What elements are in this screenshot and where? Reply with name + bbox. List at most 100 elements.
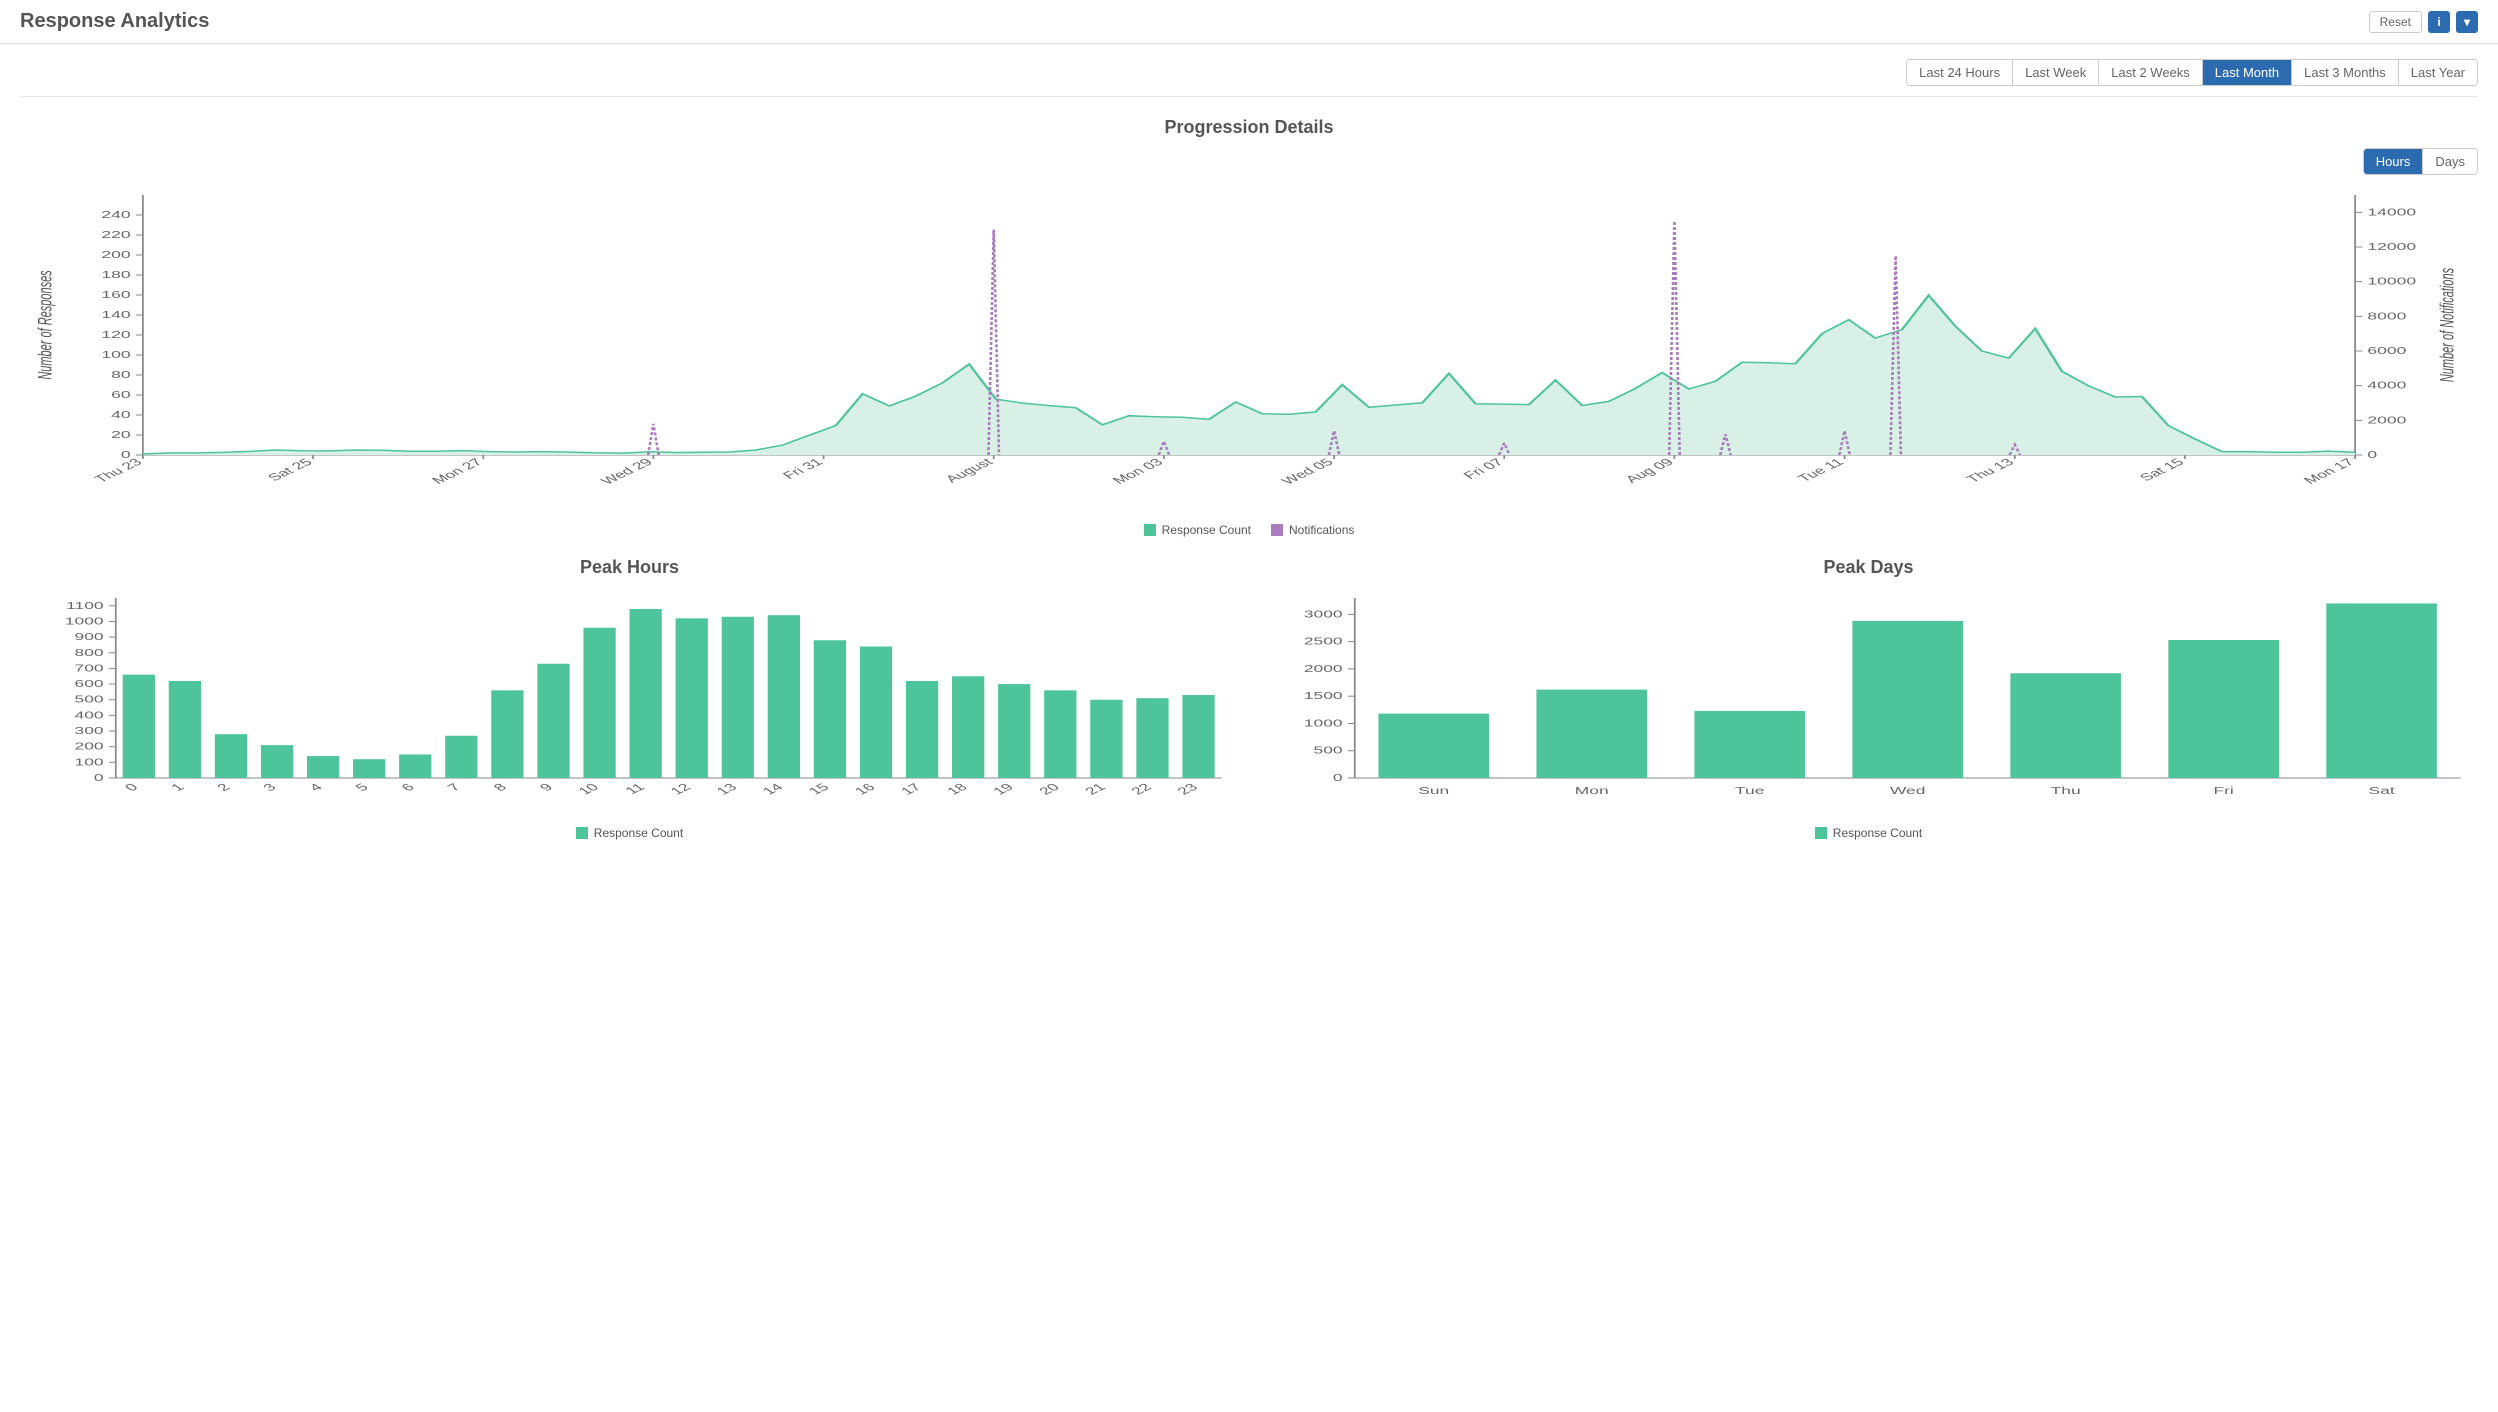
svg-text:1000: 1000 — [65, 616, 104, 627]
legend-swatch-green — [576, 827, 588, 839]
bottom-charts-row: Peak Hours 01002003004005006007008009001… — [0, 557, 2498, 860]
svg-text:60: 60 — [111, 390, 131, 401]
svg-text:160: 160 — [101, 290, 130, 301]
legend-swatch-green — [1815, 827, 1827, 839]
svg-text:11: 11 — [622, 781, 649, 796]
time-filter-last-year[interactable]: Last Year — [2399, 60, 2477, 85]
svg-text:Sat 15: Sat 15 — [2137, 457, 2189, 484]
svg-text:1500: 1500 — [1304, 691, 1343, 702]
svg-text:15: 15 — [806, 781, 834, 797]
svg-text:Mon 17: Mon 17 — [2301, 457, 2358, 487]
svg-text:21: 21 — [1082, 781, 1110, 797]
time-filter-last-2-weeks[interactable]: Last 2 Weeks — [2099, 60, 2203, 85]
legend-response-count: Response Count — [1815, 826, 1922, 840]
svg-text:80: 80 — [111, 370, 131, 381]
svg-text:40: 40 — [111, 410, 131, 421]
svg-text:12000: 12000 — [2367, 242, 2416, 253]
progression-title: Progression Details — [20, 117, 2478, 138]
svg-text:120: 120 — [101, 330, 130, 341]
svg-text:23: 23 — [1174, 781, 1202, 797]
legend-swatch-green — [1144, 524, 1156, 536]
progression-section: Progression Details HoursDays 0 20 40 60 80 1… — [0, 117, 2498, 557]
reset-button[interactable]: Reset — [2369, 11, 2422, 33]
progression-toggle-days[interactable]: Days — [2423, 149, 2477, 174]
svg-text:17: 17 — [898, 781, 926, 797]
svg-text:13: 13 — [714, 781, 742, 797]
progression-toggle-hours[interactable]: Hours — [2364, 149, 2424, 174]
svg-text:Tue: Tue — [1735, 786, 1764, 797]
svg-text:18: 18 — [944, 781, 972, 797]
svg-text:900: 900 — [75, 632, 104, 643]
svg-text:16: 16 — [852, 781, 880, 797]
svg-text:Sat: Sat — [2369, 786, 2395, 797]
divider — [20, 96, 2478, 97]
svg-text:1000: 1000 — [1304, 718, 1343, 729]
time-filter-group: Last 24 HoursLast WeekLast 2 WeeksLast M… — [1906, 59, 2478, 86]
svg-text:8: 8 — [491, 781, 511, 793]
legend-response-count: Response Count — [1144, 523, 1251, 537]
progression-toggle-group: HoursDays — [2363, 148, 2478, 175]
progression-legend: Response Count Notifications — [20, 523, 2478, 537]
svg-text:1: 1 — [168, 781, 188, 793]
svg-text:Mon: Mon — [1575, 786, 1609, 797]
svg-text:14: 14 — [760, 781, 788, 797]
svg-text:22: 22 — [1128, 781, 1156, 797]
svg-text:3000: 3000 — [1304, 609, 1343, 620]
svg-text:Wed: Wed — [1890, 786, 1925, 797]
svg-text:20: 20 — [111, 430, 131, 441]
svg-text:500: 500 — [1314, 745, 1343, 756]
svg-text:August: August — [942, 457, 996, 486]
peak-hours-section: Peak Hours 01002003004005006007008009001… — [20, 557, 1239, 840]
svg-text:10: 10 — [575, 781, 603, 797]
svg-text:600: 600 — [75, 679, 104, 690]
svg-text:Tue 11: Tue 11 — [1795, 457, 1848, 485]
progression-chart: 0204060801001201401601802002202400200040… — [20, 185, 2478, 515]
svg-text:800: 800 — [75, 647, 104, 658]
svg-text:220: 220 — [101, 230, 130, 241]
svg-text:9: 9 — [537, 781, 557, 793]
svg-text:400: 400 — [75, 710, 104, 721]
svg-text:14000: 14000 — [2367, 207, 2416, 218]
svg-text:2000: 2000 — [2367, 415, 2406, 426]
svg-text:180: 180 — [101, 270, 130, 281]
svg-text:2000: 2000 — [1304, 663, 1343, 674]
svg-text:20: 20 — [1036, 781, 1064, 797]
legend-notifications: Notifications — [1271, 523, 1354, 537]
svg-text:240: 240 — [101, 210, 130, 221]
svg-text:300: 300 — [75, 726, 104, 737]
svg-text:0: 0 — [2367, 450, 2377, 461]
svg-text:6000: 6000 — [2367, 346, 2406, 357]
info-icon[interactable]: i — [2428, 11, 2450, 33]
svg-text:Thu 23: Thu 23 — [92, 457, 147, 486]
time-filter-last-month[interactable]: Last Month — [2203, 60, 2292, 85]
svg-text:6: 6 — [398, 781, 418, 793]
svg-text:Wed 05: Wed 05 — [1279, 457, 1338, 488]
svg-text:100: 100 — [75, 757, 104, 768]
svg-text:12: 12 — [667, 781, 695, 797]
peak-hours-title: Peak Hours — [20, 557, 1239, 578]
svg-text:Number of Notifications: Number of Notifications — [2437, 268, 2458, 382]
svg-text:4: 4 — [306, 781, 326, 793]
peak-days-title: Peak Days — [1259, 557, 2478, 578]
svg-text:Thu: Thu — [2051, 786, 2081, 797]
svg-text:Fri 07: Fri 07 — [1460, 457, 1507, 482]
svg-text:Aug 09: Aug 09 — [1622, 457, 1677, 486]
svg-text:0: 0 — [94, 773, 104, 784]
peak-hours-legend: Response Count — [20, 826, 1239, 840]
svg-text:8000: 8000 — [2367, 311, 2406, 322]
svg-text:19: 19 — [990, 781, 1018, 797]
svg-text:7: 7 — [444, 781, 464, 793]
dropdown-icon[interactable]: ▾ — [2456, 11, 2478, 33]
svg-text:Mon 27: Mon 27 — [429, 457, 486, 487]
svg-text:200: 200 — [101, 250, 130, 261]
time-filter-last-24-hours[interactable]: Last 24 Hours — [1907, 60, 2013, 85]
progression-toggle-row: HoursDays — [20, 148, 2478, 175]
time-filter-last-week[interactable]: Last Week — [2013, 60, 2099, 85]
time-filter-last-3-months[interactable]: Last 3 Months — [2292, 60, 2399, 85]
time-filter-row: Last 24 HoursLast WeekLast 2 WeeksLast M… — [0, 44, 2498, 96]
svg-text:200: 200 — [75, 741, 104, 752]
svg-text:500: 500 — [75, 694, 104, 705]
svg-text:Sat 25: Sat 25 — [265, 457, 317, 484]
peak-days-legend: Response Count — [1259, 826, 2478, 840]
svg-text:Fri 31: Fri 31 — [780, 457, 827, 482]
